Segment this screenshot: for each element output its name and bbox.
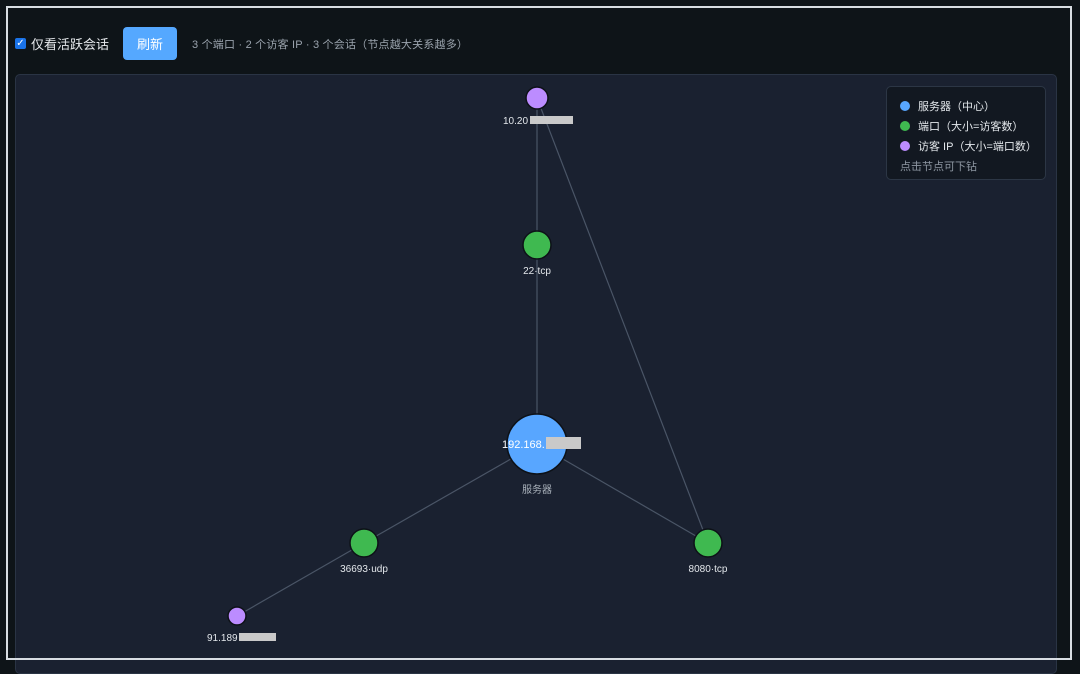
- legend-dot: [900, 121, 910, 131]
- legend-item-port: 端口（大小=访客数）: [900, 116, 1045, 136]
- active-only-label: 仅看活跃会话: [31, 37, 110, 52]
- visitor-node-10-label: 10.20: [503, 116, 528, 127]
- legend-hint: 点击节点可下钻: [900, 161, 977, 173]
- graph-summary: 3 个端口 · 2 个访客 IP · 3 个会话（节点越大关系越多）: [192, 38, 469, 51]
- legend-label: 访客 IP（大小=端口数）: [918, 141, 1037, 153]
- port-node-22[interactable]: 22·tcp: [522, 230, 552, 277]
- visitor-node-91-label: 91.189: [207, 633, 238, 644]
- active-only-toggle[interactable]: ✓ 仅看活跃会话: [15, 34, 109, 53]
- graph-canvas[interactable]: 192.168. 服务器 22·tcp 36693·udp 8080·tcp 1…: [15, 74, 1057, 674]
- server-node-sublabel: 服务器: [522, 483, 552, 496]
- legend-dot: [900, 141, 910, 151]
- server-node[interactable]: 192.168. 服务器: [502, 413, 581, 496]
- redaction-bar: [239, 633, 276, 641]
- edge-port36693-visitor91: [236, 542, 365, 617]
- refresh-button[interactable]: 刷新: [123, 27, 178, 60]
- port-node-8080-label: 8080·tcp: [689, 564, 728, 575]
- port-node-8080[interactable]: 8080·tcp: [689, 528, 728, 575]
- visitor-node-10[interactable]: 10.20: [503, 86, 573, 127]
- visitor-node-91[interactable]: 91.189: [207, 606, 276, 644]
- graph-legend: 服务器（中心） 端口（大小=访客数） 访客 IP（大小=端口数） 点击节点可下钻: [886, 86, 1046, 180]
- redaction-bar: [546, 437, 581, 449]
- legend-item-visitor: 访客 IP（大小=端口数）: [900, 136, 1045, 156]
- edge-port8080-visitor10: [536, 97, 709, 544]
- redaction-bar: [530, 116, 573, 124]
- legend-label: 端口（大小=访客数）: [918, 121, 1024, 133]
- legend-dot: [900, 101, 910, 111]
- legend-item-server: 服务器（中心）: [900, 96, 1045, 116]
- graph-edges: [236, 97, 709, 617]
- toolbar: ✓ 仅看活跃会话 刷新 3 个端口 · 2 个访客 IP · 3 个会话（节点越…: [15, 27, 468, 60]
- port-node-22-label: 22·tcp: [523, 266, 551, 277]
- server-node-label: 192.168.: [502, 439, 545, 451]
- legend-label: 服务器（中心）: [918, 101, 995, 113]
- active-only-checkbox[interactable]: ✓: [15, 38, 26, 49]
- port-node-36693-label: 36693·udp: [340, 564, 388, 575]
